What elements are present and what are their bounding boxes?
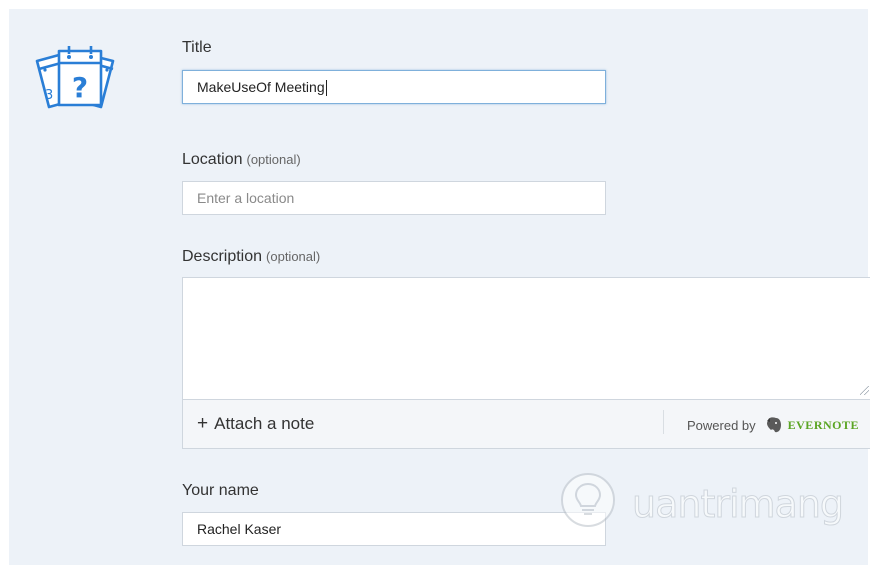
your-name-label: Your name: [182, 482, 259, 499]
description-footer: + Attach a note Powered by EVERNOTE: [183, 399, 870, 448]
title-input[interactable]: MakeUseOf Meeting: [182, 70, 606, 104]
location-input[interactable]: Enter a location: [182, 181, 606, 215]
attach-note-label: Attach a note: [214, 414, 315, 433]
evernote-elephant-icon: [766, 417, 781, 433]
lightbulb-icon: [561, 473, 615, 527]
description-label: Description (optional): [182, 248, 321, 265]
evernote-wordmark: EVERNOTE: [787, 417, 859, 432]
location-label: Location (optional): [182, 151, 301, 168]
calendar-question-icon: ? 3: [35, 46, 115, 109]
powered-by-text: Powered by: [686, 417, 756, 433]
description-textarea[interactable]: [183, 278, 870, 398]
your-name-input[interactable]: Rachel Kaser: [182, 512, 606, 546]
footer-divider: [663, 410, 664, 434]
attach-note-button[interactable]: + Attach a note: [197, 413, 314, 435]
resize-handle[interactable]: [860, 386, 869, 395]
text-caret: [325, 80, 327, 97]
svg-text:3: 3: [45, 88, 53, 103]
watermark: uantrimang: [554, 464, 854, 534]
title-label: Title: [182, 39, 212, 56]
watermark-text: uantrimang: [631, 482, 844, 527]
powered-by-evernote[interactable]: Powered by EVERNOTE: [687, 415, 859, 435]
form-panel: ? 3 Title MakeUseOf Meeting Location (opt…: [9, 9, 870, 565]
plus-icon: +: [197, 413, 209, 434]
svg-text:?: ?: [72, 71, 88, 104]
description-box: + Attach a note Powered by EVERNOTE: [182, 277, 870, 449]
